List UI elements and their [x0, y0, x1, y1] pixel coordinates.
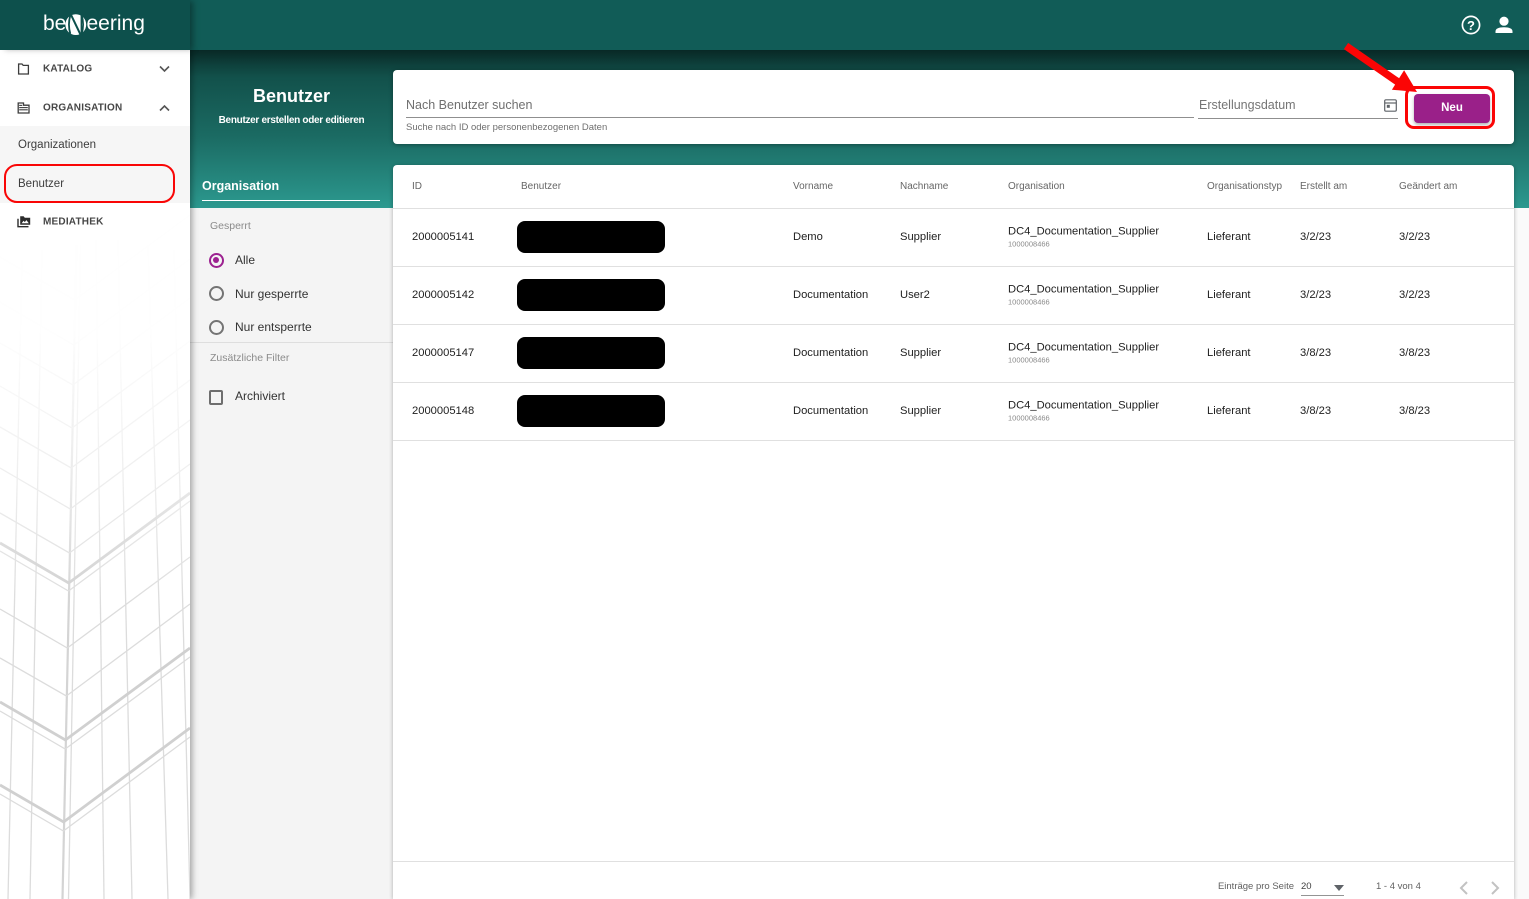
svg-text:eering: eering — [87, 12, 145, 35]
svg-text:?: ? — [1467, 18, 1475, 33]
svg-text:be: be — [43, 12, 66, 35]
